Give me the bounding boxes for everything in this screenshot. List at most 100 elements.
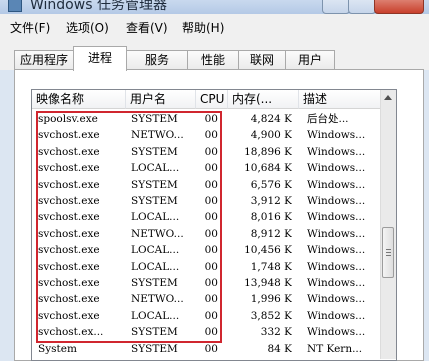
process-desc-cell: Windows...	[307, 178, 366, 191]
process-user-cell: NETWO...	[131, 293, 184, 306]
process-user-cell: SYSTEM	[131, 178, 178, 191]
process-cpu-cell: 00	[204, 113, 218, 125]
process-row[interactable]: svchost.exe NETWO... 00 4,900 K Windows...	[32, 127, 381, 143]
process-image-cell: svchost.exe	[38, 244, 100, 257]
process-image-cell: svchost.exe	[38, 178, 100, 191]
scroll-thumb[interactable]	[382, 227, 394, 278]
process-image-cell: svchost.ex...	[38, 326, 104, 339]
process-user-cell: LOCAL...	[131, 211, 180, 224]
process-row[interactable]: svchost.exe LOCAL... 00 8,016 K Windows...	[32, 209, 381, 225]
tab-users[interactable]: 用户	[285, 50, 335, 71]
process-mem-cell: 1,748 K	[250, 260, 292, 273]
column-cpu[interactable]: CPU	[196, 90, 228, 109]
vertical-scrollbar[interactable]	[380, 90, 396, 359]
process-row[interactable]: System SYSTEM 00 84 K NT Kern...	[32, 341, 381, 357]
process-cpu-cell: 00	[204, 342, 218, 355]
process-mem-cell: 84 K	[267, 342, 292, 355]
maximize-button[interactable]	[348, 0, 376, 14]
tab-performance[interactable]: 性能	[187, 50, 239, 71]
process-image-cell: svchost.exe	[38, 277, 100, 289]
process-image-cell: System	[38, 342, 77, 355]
process-row[interactable]: svchost.exe LOCAL... 00 10,684 K Windows...	[32, 160, 381, 176]
process-row[interactable]: svchost.exe NETWO... 00 8,912 K Windows...	[32, 226, 381, 242]
tab-networking[interactable]: 联网	[238, 50, 286, 71]
process-mem-cell: 3,912 K	[250, 195, 292, 207]
process-cpu-cell: 00	[204, 211, 218, 224]
process-desc-cell: Windows...	[307, 244, 366, 257]
process-cpu-cell: 00	[204, 309, 218, 322]
process-user-cell: LOCAL...	[131, 162, 180, 175]
process-mem-cell: 10,684 K	[244, 162, 292, 175]
process-mem-cell: 3,852 K	[250, 309, 292, 322]
process-user-cell: LOCAL...	[131, 309, 180, 322]
task-manager-icon	[8, 0, 22, 12]
menu-view[interactable]: 查看(V)	[126, 19, 168, 36]
process-mem-cell: 332 K	[260, 326, 292, 339]
process-image-cell: svchost.exe	[38, 211, 100, 224]
process-cpu-cell: 00	[204, 178, 218, 191]
process-desc-cell: Windows...	[307, 227, 366, 240]
process-row[interactable]: spoolsv.exe SYSTEM 00 4,824 K 后台处...	[32, 111, 381, 127]
process-row[interactable]: svchost.exe SYSTEM 00 6,576 K Windows...	[32, 177, 381, 193]
column-memory[interactable]: 内存(...	[228, 90, 299, 109]
process-row[interactable]: svchost.exe SYSTEM 00 13,948 K Windows...	[32, 275, 381, 291]
process-list[interactable]: 映像名称 用户名 CPU 内存(... 描述 spoolsv.exe SYSTEM…	[31, 89, 397, 361]
process-row[interactable]: svchost.ex... SYSTEM 00 332 K Windows...	[32, 324, 381, 340]
menu-bar: 文件(F) 选项(O) 查看(V) 帮助(H)	[0, 14, 429, 38]
process-row[interactable]: svchost.exe LOCAL... 00 1,748 K Windows...	[32, 259, 381, 275]
process-mem-cell: 4,900 K	[250, 129, 292, 142]
process-cpu-cell: 00	[204, 145, 218, 158]
process-desc-cell: Windows...	[307, 293, 366, 306]
scroll-up-arrow-icon[interactable]	[384, 95, 392, 100]
process-cpu-cell: 00	[204, 162, 218, 175]
process-user-cell: SYSTEM	[131, 113, 178, 125]
process-row[interactable]: svchost.exe LOCAL... 00 3,852 K Windows...	[32, 308, 381, 324]
process-user-cell: NETWO...	[131, 227, 184, 240]
column-user-name[interactable]: 用户名	[126, 90, 196, 109]
menu-file[interactable]: 文件(F)	[10, 19, 50, 36]
process-image-cell: svchost.exe	[38, 145, 100, 158]
tab-services[interactable]: 服务	[126, 50, 188, 71]
tab-applications[interactable]: 应用程序	[14, 50, 74, 71]
process-cpu-cell: 00	[204, 195, 218, 207]
process-mem-cell: 10,456 K	[244, 244, 292, 257]
process-cpu-cell: 00	[204, 260, 218, 273]
process-cpu-cell: 00	[204, 244, 218, 257]
process-mem-cell: 8,912 K	[250, 227, 292, 240]
close-button[interactable]	[374, 0, 424, 14]
column-description[interactable]: 描述	[299, 90, 381, 109]
process-user-cell: SYSTEM	[131, 326, 178, 339]
process-desc-cell: Windows...	[307, 277, 366, 289]
process-user-cell: SYSTEM	[131, 195, 178, 207]
process-desc-cell: Windows...	[307, 260, 366, 273]
title-bar: Windows 任务管理器	[0, 0, 429, 14]
process-user-cell: NETWO...	[131, 129, 184, 142]
process-desc-cell: Windows...	[307, 195, 366, 207]
tab-strip: 应用程序 进程 服务 性能 联网 用户	[0, 38, 429, 71]
process-mem-cell: 1,996 K	[250, 293, 292, 306]
process-mem-cell: 13,948 K	[244, 277, 292, 289]
column-image-name[interactable]: 映像名称	[32, 90, 126, 109]
menu-options[interactable]: 选项(O)	[66, 19, 109, 36]
process-row[interactable]: svchost.exe NETWO... 00 1,996 K Windows...	[32, 291, 381, 307]
minimize-button[interactable]	[322, 0, 350, 14]
process-row[interactable]: svchost.exe LOCAL... 00 10,456 K Windows...	[32, 242, 381, 258]
process-image-cell: svchost.exe	[38, 293, 100, 306]
process-desc-cell: Windows...	[307, 145, 366, 158]
process-desc-cell: NT Kern...	[307, 342, 363, 355]
process-image-cell: svchost.exe	[38, 309, 100, 322]
process-user-cell: SYSTEM	[131, 145, 178, 158]
process-user-cell: LOCAL...	[131, 244, 180, 257]
process-desc-cell: 后台处...	[307, 113, 349, 125]
process-mem-cell: 6,576 K	[250, 178, 292, 191]
process-row[interactable]: svchost.exe SYSTEM 00 3,912 K Windows...	[32, 193, 381, 209]
process-desc-cell: Windows...	[307, 129, 366, 142]
tab-processes[interactable]: 进程	[73, 46, 127, 71]
process-desc-cell: Windows...	[307, 211, 366, 224]
menu-help[interactable]: 帮助(H)	[182, 19, 224, 36]
process-row[interactable]: svchost.exe SYSTEM 00 18,896 K Windows...	[32, 144, 381, 160]
process-image-cell: svchost.exe	[38, 195, 100, 207]
process-mem-cell: 18,896 K	[244, 145, 292, 158]
process-cpu-cell: 00	[204, 293, 218, 306]
process-image-cell: svchost.exe	[38, 129, 100, 142]
